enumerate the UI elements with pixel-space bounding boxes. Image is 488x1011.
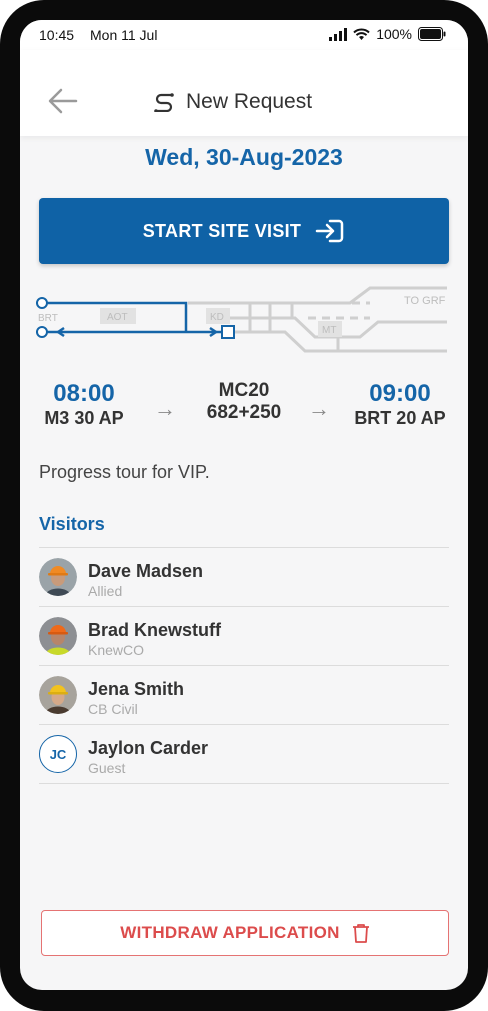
route-destination-marker [221, 325, 235, 339]
list-item[interactable]: Dave Madsen Allied [39, 548, 449, 607]
trash-icon [352, 924, 369, 943]
start-place: M3 30 AP [44, 408, 124, 428]
visit-date: Wed, 30-Aug-2023 [145, 144, 343, 170]
map-label-mt: MT [322, 325, 336, 336]
avatar [39, 617, 77, 655]
route-end-marker [36, 326, 48, 338]
request-description: Progress tour for VIP. [39, 462, 210, 482]
route-map: BRT AOT KD MT TO GRF [36, 286, 447, 353]
list-item[interactable]: Jena Smith CB Civil [39, 666, 449, 725]
avatar [39, 558, 77, 596]
visitor-name: Dave Madsen [88, 561, 204, 581]
map-label-aot: AOT [107, 312, 128, 323]
status-time: 10:45 [39, 27, 75, 43]
wifi-icon [353, 28, 370, 40]
battery-percent: 100% [376, 26, 412, 42]
visitor-name: Jena Smith [88, 679, 185, 699]
visitor-org: KnewCO [88, 642, 145, 658]
signal-icon [329, 27, 348, 41]
page-title: New Request [186, 90, 313, 113]
withdraw-application-button[interactable]: WITHDRAW APPLICATION [41, 910, 449, 956]
end-time: 09:00 [369, 380, 431, 407]
visitor-name: Brad Knewstuff [88, 620, 222, 640]
via-line2: 682+250 [206, 402, 282, 423]
avatar [39, 676, 77, 714]
start-time: 08:00 [53, 380, 115, 407]
map-label-brt: BRT [38, 313, 58, 324]
route-start-marker [36, 297, 48, 309]
visitor-org: Guest [88, 760, 126, 776]
visitors-heading: Visitors [39, 514, 105, 534]
list-item[interactable]: JC Jaylon Carder Guest [39, 725, 449, 784]
enter-icon [315, 219, 344, 243]
app-bar: New Request [20, 50, 468, 136]
map-label-to-grf: TO GRF [404, 295, 446, 307]
end-place: BRT 20 AP [354, 408, 446, 428]
start-site-visit-label: START SITE VISIT [142, 220, 302, 241]
schedule-row: 08:00 M3 30 AP → MC20 682+250 → 09:00 BR… [20, 380, 468, 440]
screen: 10:45 Mon 11 Jul 100% New Request Wed, 3… [20, 20, 468, 990]
arrow-left-icon[interactable] [48, 88, 78, 114]
withdraw-label: WITHDRAW APPLICATION [120, 923, 340, 942]
map-label-kd: KD [210, 312, 224, 323]
page-title-group: New Request [152, 90, 312, 114]
visitor-org: CB Civil [88, 701, 138, 717]
arrow-right-icon: → [154, 396, 176, 421]
visitor-name: Jaylon Carder [88, 738, 209, 758]
avatar: JC [39, 735, 77, 773]
status-icons: 100% [329, 26, 446, 42]
start-site-visit-button[interactable]: START SITE VISIT [39, 198, 449, 264]
via-line1: MC20 [218, 380, 270, 401]
avatar-initials: JC [49, 746, 67, 762]
schedule-end: 09:00 BRT 20 AP [350, 380, 450, 429]
status-bar: 10:45 Mon 11 Jul 100% [20, 20, 468, 50]
visitor-org: Allied [88, 583, 123, 599]
battery-icon [418, 27, 446, 41]
device-frame: 10:45 Mon 11 Jul 100% New Request Wed, 3… [0, 0, 488, 1011]
schedule-start: 08:00 M3 30 AP [39, 380, 129, 429]
status-date: Mon 11 Jul [90, 27, 158, 43]
visitor-list: Dave Madsen Allied Brad Knewstuff KnewCO [39, 547, 449, 784]
route-icon [154, 93, 174, 112]
list-item[interactable]: Brad Knewstuff KnewCO [39, 607, 449, 666]
schedule-via: MC20 682+250 [194, 380, 294, 424]
arrow-right-icon: → [308, 396, 330, 421]
